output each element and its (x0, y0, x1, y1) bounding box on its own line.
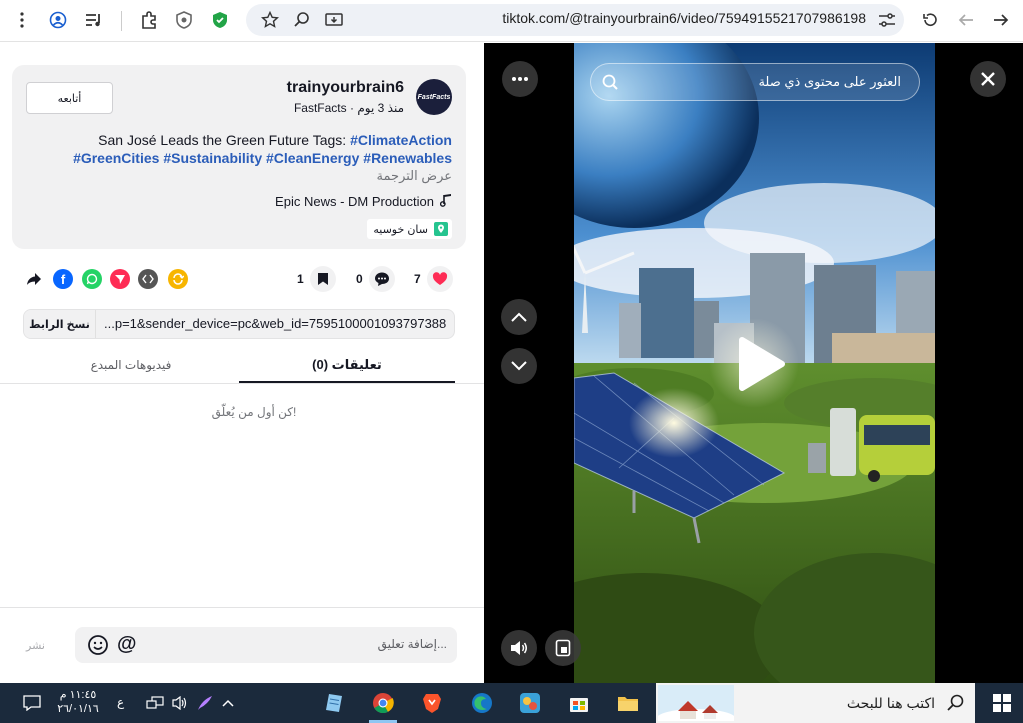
volume-icon[interactable] (168, 691, 192, 715)
site-settings-icon[interactable] (874, 7, 900, 33)
copy-link-button[interactable]: نسخ الرابط (24, 310, 96, 338)
comment-bubble-icon[interactable] (368, 266, 395, 292)
facebook-icon[interactable]: f (53, 269, 73, 289)
browser-toolbar: tiktok.com/@trainyourbrain6/video/759491… (0, 0, 1023, 42)
description-line-2: #GreenCities #Sustainability #CleanEnerg… (73, 149, 452, 167)
emoji-icon[interactable] (87, 634, 109, 656)
description-line-1: San José Leads the Green Future Tags: #C… (98, 131, 452, 149)
playlist-icon[interactable] (81, 7, 107, 33)
extensions-icon[interactable] (136, 7, 162, 33)
username[interactable]: trainyourbrain6 (287, 79, 404, 97)
notifications-icon[interactable] (20, 691, 44, 715)
post-comment-button[interactable]: نشر (26, 639, 45, 652)
send-to-friends-icon[interactable] (110, 269, 130, 289)
next-video-chevron-down-icon[interactable] (501, 348, 537, 384)
clock[interactable]: ١١:٤٥ م ٢٦/٠١/١٦ (52, 688, 104, 716)
comment-count: 0 (356, 272, 363, 286)
save-action[interactable]: 1 (297, 266, 336, 292)
previous-video-chevron-up-icon[interactable] (501, 299, 537, 335)
network-icon[interactable] (143, 691, 167, 715)
menu-dots-icon[interactable] (9, 7, 35, 33)
like-count: 7 (414, 272, 421, 286)
whatsapp-icon[interactable] (82, 269, 102, 289)
search-highlight-image (658, 685, 734, 721)
video-search-bar[interactable]: العثور على محتوى ذي صلة (590, 63, 920, 101)
microsoft-store-icon[interactable] (567, 691, 591, 715)
search-icon (947, 694, 965, 712)
save-count: 1 (297, 272, 304, 286)
details-panel: أتابعه FastFacts trainyourbrain6 FastFac… (0, 43, 484, 683)
tab-creator-videos[interactable]: فيديوهات المبدع (23, 347, 239, 383)
video-search-placeholder: العثور على محتوى ذي صلة (758, 74, 901, 89)
hashtag-links[interactable]: #GreenCities #Sustainability #CleanEnerg… (73, 150, 452, 166)
search-icon[interactable] (601, 73, 619, 91)
see-translation-link[interactable]: عرض الترجمة (377, 168, 452, 184)
windows-start-icon[interactable] (990, 691, 1014, 715)
location-pin-icon (434, 222, 448, 236)
taskbar-search-placeholder: اكتب هنا للبحث (846, 695, 935, 711)
comment-area-divider (0, 607, 484, 608)
windows-taskbar: اكتب هنا للبحث ع ١١:٤٥ م ٢٦/٠١/١٦ (0, 683, 1023, 723)
file-explorer-icon[interactable] (616, 691, 640, 715)
game-app-icon[interactable] (518, 691, 542, 715)
back-arrow-icon[interactable] (988, 7, 1014, 33)
post-info-card: أتابعه FastFacts trainyourbrain6 FastFac… (12, 65, 466, 249)
tab-comments[interactable]: (0) تعليقات (239, 347, 455, 383)
show-hidden-icons-chevron-up-icon[interactable] (216, 691, 240, 715)
follow-button[interactable]: أتابعه (26, 82, 113, 114)
shield-extension-icon[interactable] (171, 7, 197, 33)
notepad-app-icon[interactable] (322, 691, 346, 715)
tabs-divider (0, 383, 484, 384)
hashtag-link[interactable]: #ClimateAction (350, 132, 452, 148)
music-title: Epic News - DM Production (275, 194, 434, 209)
toolbar-divider (121, 11, 122, 31)
music-link[interactable]: Epic News - DM Production (275, 193, 452, 210)
comment-input[interactable]: إضافة تعليق... @ (75, 627, 457, 663)
comment-action[interactable]: 0 (356, 266, 395, 292)
location-tag[interactable]: سان خوسيه (367, 219, 452, 239)
copilot-feather-icon[interactable] (193, 691, 217, 715)
empty-comments-message: كن أول من يُعلّق! (211, 405, 297, 419)
heart-icon[interactable] (426, 266, 453, 292)
embed-code-icon[interactable] (138, 269, 158, 289)
url-text: tiktok.com/@trainyourbrain6/video/759491… (502, 10, 866, 26)
volume-icon[interactable] (501, 630, 537, 666)
bookmark-icon[interactable] (309, 266, 336, 292)
play-icon[interactable] (734, 336, 786, 392)
description-text: San José Leads the Green Future Tags: (98, 132, 347, 148)
chrome-browser-icon[interactable] (371, 691, 395, 715)
edge-browser-icon[interactable] (470, 691, 494, 715)
repost-icon[interactable] (168, 269, 188, 289)
clock-date: ٢٦/٠١/١٦ (57, 703, 99, 715)
share-link-text[interactable]: ...p=1&sender_device=pc&web_id=759510000… (104, 316, 446, 331)
taskbar-search-box[interactable]: اكتب هنا للبحث (656, 683, 975, 723)
close-icon[interactable] (970, 61, 1006, 97)
more-options-icon[interactable] (502, 61, 538, 97)
profile-icon[interactable] (45, 7, 71, 33)
like-action[interactable]: 7 (414, 266, 453, 292)
avatar-logo-text: FastFacts (417, 93, 451, 101)
mention-at-icon[interactable]: @ (117, 633, 137, 656)
clock-time: ١١:٤٥ م (59, 689, 97, 701)
post-meta: FastFacts · منذ 3 يوم (293, 101, 404, 115)
brave-browser-icon[interactable] (420, 691, 444, 715)
reload-icon[interactable] (917, 7, 943, 33)
location-name: سان خوسيه (373, 223, 428, 236)
video-player[interactable]: العثور على محتوى ذي صلة (484, 43, 1023, 683)
share-link-box: نسخ الرابط ...p=1&sender_device=pc&web_i… (23, 309, 455, 339)
avatar[interactable]: FastFacts (416, 79, 452, 115)
input-language-indicator[interactable]: ع (117, 695, 124, 709)
adblock-shield-icon[interactable] (207, 7, 233, 33)
share-arrow-icon[interactable] (24, 269, 44, 289)
music-note-icon (439, 193, 452, 210)
comment-placeholder: إضافة تعليق... (377, 637, 447, 651)
forward-arrow-icon[interactable] (953, 7, 979, 33)
floating-player-icon[interactable] (545, 630, 581, 666)
